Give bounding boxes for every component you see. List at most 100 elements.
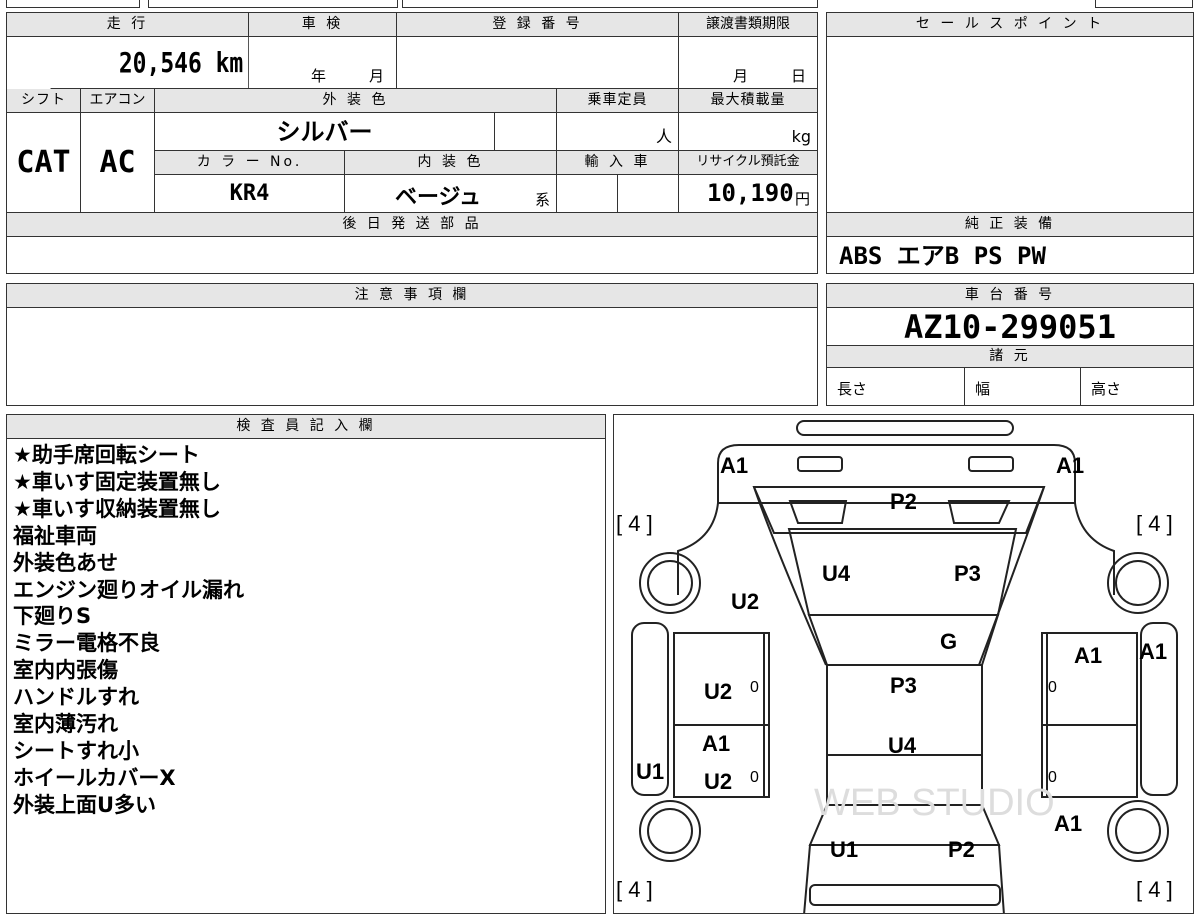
inspector-note: ミラー電格不良 [13, 631, 160, 656]
interior-label: 内 装 色 [345, 151, 557, 175]
zero-mark: 0 [750, 679, 759, 696]
damage-mark: U2 [704, 769, 733, 794]
top-strip [6, 0, 818, 8]
damage-mark: A1 [1139, 639, 1168, 664]
registration-label: 登 録 番 号 [397, 13, 679, 37]
exterior-label: 外 装 色 [155, 89, 557, 113]
exterior-value: シルバー [155, 113, 495, 151]
shift-label: シフト [7, 89, 81, 113]
ac-label: エアコン [81, 89, 155, 113]
damage-mark: U1 [830, 837, 859, 862]
inspector-note: 室内薄汚れ [13, 712, 118, 737]
watermark: WEB STUDIO [814, 782, 1055, 824]
import-value-b [618, 175, 679, 213]
damage-mark: A1 [1056, 453, 1085, 478]
length-label: 長さ [827, 368, 965, 405]
top-strip-right [1095, 0, 1193, 8]
mileage-label: 走 行 [7, 13, 249, 37]
inspector-notes-list: ★助手席回転シート ★車いす固定装置無し ★車いす収納装置無し 福祉車両 外装色… [13, 442, 244, 819]
recycle-value-cell: 10,190 円 [679, 175, 817, 213]
chassis-box: 車 台 番 号 AZ10-299051 諸 元 長さ 幅 高さ [826, 283, 1194, 406]
basic-info-table: 走 行 車 検 登 録 番 号 譲渡書類期限 20,546 km 年 月 月 日… [6, 12, 818, 274]
inspector-note: 外装上面U多い [13, 792, 157, 817]
inspector-box: 検 査 員 記 入 欄 ★助手席回転シート ★車いす固定装置無し ★車いす収納装… [6, 414, 606, 914]
inspector-note: ★車いす固定装置無し [13, 469, 221, 494]
chassis-value: AZ10-299051 [827, 308, 1193, 346]
damage-mark: U2 [704, 679, 733, 704]
registration-value [397, 37, 679, 89]
car-diagram-box: WEB STUDIO [ 4 ] [ 4 ] [ 4 ] [ 4 ] A1 A1… [613, 414, 1194, 914]
width-label: 幅 [965, 368, 1081, 405]
genuine-equipment-value: ABS エアB PS PW [839, 242, 1046, 270]
inspector-note: エンジン廻りオイル漏れ [13, 577, 244, 602]
inspector-note: 福祉車両 [13, 523, 97, 548]
inspector-note: ★車いす収納装置無し [13, 496, 221, 521]
recycle-label: リサイクル預託金 [679, 151, 817, 175]
damage-mark: A1 [1074, 643, 1103, 668]
damage-mark: U2 [731, 589, 760, 614]
max-load-label: 最大積載量 [679, 89, 817, 113]
notes-label: 注 意 事 項 欄 [7, 284, 817, 308]
load-unit: kg [679, 113, 817, 151]
import-value-a [557, 175, 618, 213]
tire-mark-rear-right: [ 4 ] [1136, 877, 1173, 902]
inspector-note: 室内内張傷 [13, 658, 118, 683]
zero-mark: 0 [1048, 679, 1057, 696]
notes-box: 注 意 事 項 欄 [6, 283, 818, 406]
inspector-label: 検 査 員 記 入 欄 [7, 415, 605, 439]
inspector-note: ★助手席回転シート [13, 443, 200, 467]
deadline-value: 月 日 [679, 37, 817, 89]
recycle-value: 10,190 [707, 179, 794, 207]
interior-value: ベージュ [395, 185, 482, 210]
inspector-note: ハンドルすれ [13, 685, 139, 710]
deadline-month-unit: 月 [733, 67, 749, 85]
tire-mark-front-left: [ 4 ] [616, 511, 653, 536]
interior-value-cell: ベージュ 系 [345, 175, 557, 213]
later-parts-label: 後 日 発 送 部 品 [7, 213, 817, 237]
damage-mark: P3 [954, 561, 981, 586]
chassis-label: 車 台 番 号 [827, 284, 1193, 308]
inspector-note: ホイールカバーX [13, 765, 176, 790]
capacity-label: 乗車定員 [557, 89, 679, 113]
inspector-note: シートすれ小 [13, 738, 139, 763]
dimensions-label: 諸 元 [827, 346, 1193, 368]
sales-point-label: セ ー ル ス ポ イ ン ト [827, 13, 1193, 37]
color-no-value: KR4 [155, 175, 345, 213]
damage-mark: U1 [636, 759, 665, 784]
damage-mark: G [940, 629, 958, 654]
inspector-note: 外装色あせ [13, 550, 118, 575]
damage-mark: U4 [888, 733, 917, 758]
damage-mark: P2 [948, 837, 975, 862]
mileage-value: 20,546 km [50, 37, 249, 89]
shaken-label: 車 検 [249, 13, 397, 37]
import-label: 輸 入 車 [557, 151, 679, 175]
damage-mark: A1 [702, 731, 731, 756]
zero-mark: 0 [750, 769, 759, 786]
damage-mark: P2 [890, 489, 917, 514]
damage-mark: A1 [720, 453, 749, 478]
height-label: 高さ [1091, 380, 1122, 398]
shaken-month-unit: 月 [369, 67, 385, 85]
capacity-unit: 人 [557, 113, 679, 151]
damage-mark: P3 [890, 673, 917, 698]
tire-mark-rear-left: [ 4 ] [616, 877, 653, 902]
damage-mark: U4 [822, 561, 851, 586]
damage-mark: A1 [1054, 811, 1083, 836]
recycle-unit: 円 [795, 190, 811, 208]
shaken-value: 年 月 [249, 37, 397, 89]
ac-value: AC [81, 113, 155, 213]
sales-point-box: セ ー ル ス ポ イ ン ト 純 正 装 備 ABS エアB PS PW [826, 12, 1194, 274]
zero-mark: 0 [1048, 769, 1057, 786]
exterior-code [495, 113, 557, 151]
genuine-equipment-label: 純 正 装 備 [827, 213, 1193, 237]
inspector-note: 下廻りS [13, 604, 92, 629]
deadline-day-unit: 日 [791, 67, 807, 85]
interior-suffix: 系 [535, 191, 551, 209]
deadline-label: 譲渡書類期限 [679, 13, 817, 37]
tire-mark-front-right: [ 4 ] [1136, 511, 1173, 536]
shaken-year-unit: 年 [311, 67, 327, 85]
later-parts-value [7, 237, 817, 273]
color-no-label: カ ラ ー No. [155, 151, 345, 175]
sales-point-value [827, 37, 1193, 213]
shift-value: CAT [7, 113, 81, 213]
